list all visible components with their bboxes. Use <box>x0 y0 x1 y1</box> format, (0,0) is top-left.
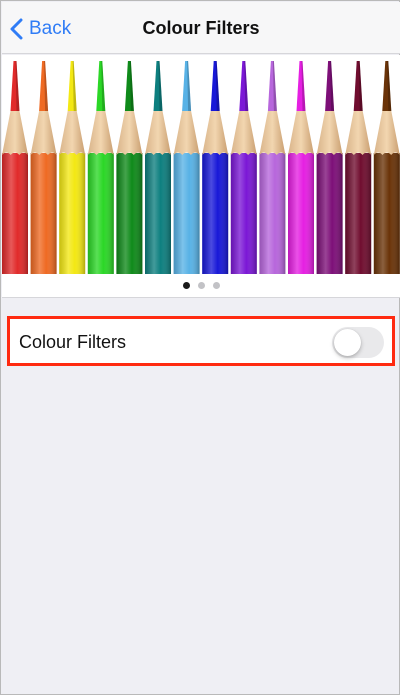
colour-filters-label: Colour Filters <box>19 332 127 352</box>
page-dot[interactable] <box>212 282 220 289</box>
pencils-image <box>2 61 400 274</box>
pencil <box>59 61 86 274</box>
pencil <box>259 61 286 274</box>
pencil <box>202 61 229 274</box>
pencil <box>87 61 114 274</box>
pencil <box>230 61 257 274</box>
colour-filters-toggle[interactable] <box>332 327 384 358</box>
pencil <box>373 61 400 274</box>
page-title: Colour Filters <box>142 18 260 38</box>
toggle-knob <box>334 329 361 356</box>
pencil <box>288 61 314 274</box>
navigation-bar: Back Colour Filters <box>2 2 400 54</box>
pencil <box>316 61 343 274</box>
colour-filters-row: Colour Filters <box>7 316 395 366</box>
colour-filter-preview[interactable] <box>2 55 400 274</box>
page-indicator[interactable] <box>2 274 400 298</box>
pencil <box>2 61 28 274</box>
pencil <box>345 61 372 274</box>
pencil <box>145 61 171 274</box>
pencil <box>30 61 57 274</box>
pencil <box>116 61 143 274</box>
page-dot[interactable] <box>197 282 205 289</box>
screen: Back Colour Filters Colour Filters <box>0 0 400 695</box>
page-dot[interactable] <box>182 282 190 289</box>
pencil <box>173 61 200 274</box>
